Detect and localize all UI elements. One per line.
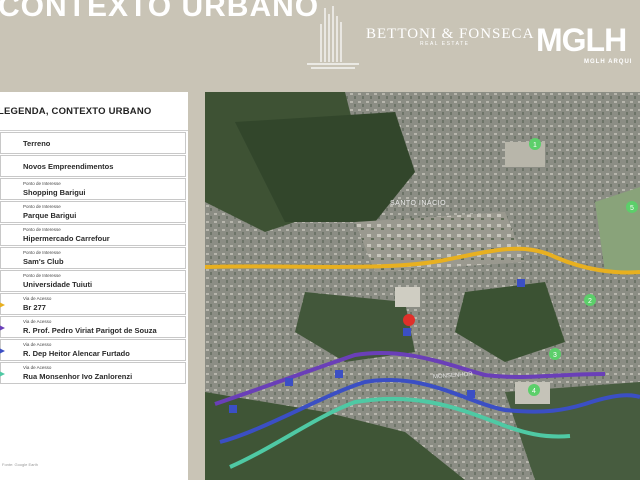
arrow-icon <box>0 371 5 377</box>
legend-panel: LEGENDA, CONTEXTO URBANO Terreno Novos Em… <box>0 92 188 480</box>
page-title: CONTEXTO URBANO <box>0 0 320 23</box>
partner-logo: MGLH <box>536 22 627 58</box>
legend-footnote: Fonte: Google Earth <box>2 462 39 467</box>
satellite-map[interactable]: 12345 SANTO INÁCIO MONSENHOR <box>205 92 640 480</box>
legend-label: Novos Empreendimentos <box>23 162 114 171</box>
arrow-icon <box>0 302 5 308</box>
legend-row: Ponto de Interesse Parque Barigui <box>0 201 186 223</box>
neighborhood-label: SANTO INÁCIO <box>390 200 447 207</box>
legend-swatch <box>0 294 17 314</box>
legend-row: Ponto de Interesse Hipermercado Carrefour <box>0 224 186 246</box>
arrow-icon <box>0 325 5 331</box>
legend-row: Novos Empreendimentos <box>0 155 186 177</box>
legend-swatch <box>1 202 17 222</box>
legend-label: R. Prof. Pedro Viriat Parigot de Souza <box>23 326 157 335</box>
poi-number: 3 <box>553 352 557 359</box>
header-bar: CONTEXTO URBANO BETTONI & FONSECA REAL E… <box>0 0 640 88</box>
legend-category: Ponto de Interesse <box>23 204 61 209</box>
legend-swatch <box>0 363 17 383</box>
brand-logo-icon <box>307 6 359 69</box>
legend-label: Terreno <box>23 139 51 148</box>
legend-swatch <box>1 248 17 268</box>
poi-number: 4 <box>532 388 536 395</box>
legend-swatch <box>1 179 17 199</box>
building <box>395 287 420 307</box>
legend-swatch <box>1 225 17 245</box>
legend-swatch <box>0 340 17 360</box>
legend-label: Parque Barigui <box>23 211 77 220</box>
terreno-marker[interactable] <box>403 314 415 326</box>
poi-number: 1 <box>533 142 537 149</box>
poi-number: 5 <box>630 205 634 212</box>
arrow-icon <box>0 348 5 354</box>
legend-category: Ponto de Interesse <box>23 250 61 255</box>
brand-subtitle: REAL ESTATE <box>420 41 470 47</box>
legend-row: Via de Acesso R. Prof. Pedro Viriat Parig… <box>0 316 186 338</box>
legend-swatch <box>1 156 17 176</box>
legend-label: R. Dep Heitor Alencar Furtado <box>23 349 130 358</box>
legend-swatch <box>0 317 17 337</box>
legend-category: Ponto de Interesse <box>23 227 61 232</box>
legend-swatch <box>1 133 17 153</box>
legend-row: Ponto de Interesse Universidade Tuiuti <box>0 270 186 292</box>
legend-label: Sam's Club <box>23 257 64 266</box>
partner-subtitle: MGLH ARQUI <box>584 59 633 65</box>
legend-label: Hipermercado Carrefour <box>23 234 110 243</box>
legend-row: Ponto de Interesse Shopping Barigui <box>0 178 186 200</box>
legend-label: Universidade Tuiuti <box>23 280 93 289</box>
legend-label: Rua Monsenhor Ivo Zanlorenzi <box>23 372 133 381</box>
poi-number: 2 <box>588 298 592 305</box>
legend-category: Via de Acesso <box>23 296 52 301</box>
legend-row: Ponto de Interesse Sam's Club <box>0 247 186 269</box>
legend-row: Via de Acesso Rua Monsenhor Ivo Zanlorenz… <box>0 362 186 384</box>
legend-swatch <box>1 271 17 291</box>
legend-title: LEGENDA, CONTEXTO URBANO <box>0 106 152 117</box>
legend-label: Shopping Barigui <box>23 188 86 197</box>
legend-category: Via de Acesso <box>23 342 52 347</box>
legend-category: Ponto de Interesse <box>23 181 61 186</box>
legend-category: Ponto de Interesse <box>23 273 61 278</box>
legend-category: Via de Acesso <box>23 365 52 370</box>
urban-area <box>355 212 525 272</box>
legend-row: Terreno <box>0 132 186 154</box>
legend-row: Via de Acesso Br 277 <box>0 293 186 315</box>
legend-header: LEGENDA, CONTEXTO URBANO <box>0 92 188 131</box>
legend-label: Br 277 <box>23 303 46 312</box>
legend-category: Via de Acesso <box>23 319 52 324</box>
legend-row: Via de Acesso R. Dep Heitor Alencar Furta… <box>0 339 186 361</box>
map-canvas: 1 2 3 4 5 <box>205 92 640 480</box>
